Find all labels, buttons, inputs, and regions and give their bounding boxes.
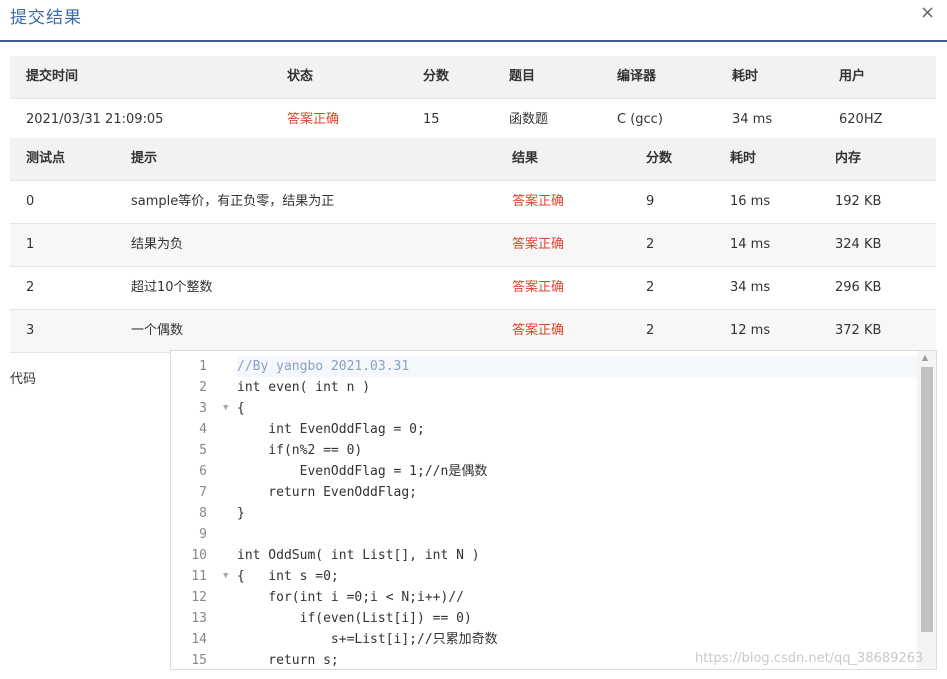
col-test-id: 测试点: [26, 151, 66, 166]
user[interactable]: 620HZ: [839, 99, 883, 141]
test-id: 2: [26, 280, 35, 295]
col-problem: 题目: [509, 69, 536, 84]
code-text: int even( int n ): [237, 380, 371, 395]
line-number: 3: [199, 401, 207, 416]
line-number: 13: [191, 611, 207, 626]
table-row: 0 sample等价，有正负零，结果为正 答案正确 9 16 ms 192 KB: [10, 181, 936, 224]
tests-header-row: 测试点 提示 结果 分数 耗时 内存: [10, 138, 936, 181]
test-score: 2: [646, 280, 655, 295]
col-test-time: 耗时: [730, 151, 757, 166]
test-id: 1: [26, 237, 35, 252]
line-number: 2: [199, 380, 207, 395]
line-number: 1: [199, 359, 207, 374]
problem-type: 函数题: [509, 112, 549, 127]
summary-row: 2021/03/31 21:09:05 答案正确 15 函数题 C (gcc) …: [10, 99, 936, 142]
code-text: //By yangbo 2021.03.31: [237, 356, 917, 377]
col-memory: 内存: [835, 151, 862, 166]
col-status: 状态: [287, 69, 314, 84]
code-text: return s;: [237, 653, 339, 668]
line-number: 4: [199, 422, 207, 437]
test-result: 答案正确: [512, 323, 565, 338]
summary-table: 提交时间 状态 分数 题目 编译器 耗时 用户 2021/03/31 21:09…: [10, 56, 936, 142]
line-number: 6: [199, 464, 207, 479]
line-number: 7: [199, 485, 207, 500]
table-row: 2 超过10个整数 答案正确 2 34 ms 296 KB: [10, 267, 936, 310]
vertical-scrollbar[interactable]: ▲: [917, 351, 936, 669]
fold-arrow-icon[interactable]: ▼: [223, 566, 228, 587]
code-label: 代码: [10, 372, 37, 387]
test-hint: sample等价，有正负零，结果为正: [131, 194, 335, 209]
test-score: 2: [646, 323, 655, 338]
test-result: 答案正确: [512, 280, 565, 295]
test-hint: 结果为负: [131, 237, 184, 252]
test-result: 答案正确: [512, 194, 565, 209]
submit-time: 2021/03/31 21:09:05: [26, 112, 164, 127]
line-number: 9: [199, 527, 207, 542]
line-number: 15: [191, 653, 207, 668]
test-score: 9: [646, 194, 655, 209]
line-number: 10: [191, 548, 207, 563]
code-text: {: [237, 401, 245, 416]
test-memory: 372 KB: [835, 323, 882, 338]
col-submit-time: 提交时间: [26, 69, 79, 84]
score: 15: [423, 112, 440, 127]
test-result: 答案正确: [512, 237, 565, 252]
table-row: 1 结果为负 答案正确 2 14 ms 324 KB: [10, 224, 936, 267]
summary-header-row: 提交时间 状态 分数 题目 编译器 耗时 用户: [10, 56, 936, 99]
test-hint: 一个偶数: [131, 323, 184, 338]
test-points-table: 测试点 提示 结果 分数 耗时 内存 0 sample等价，有正负零，结果为正 …: [10, 138, 936, 353]
code-text: int EvenOddFlag = 0;: [237, 422, 425, 437]
code-text: int OddSum( int List[], int N ): [237, 548, 480, 563]
col-time: 耗时: [732, 69, 759, 84]
test-time: 16 ms: [730, 194, 771, 209]
line-number: 8: [199, 506, 207, 521]
col-hint: 提示: [131, 151, 158, 166]
test-memory: 296 KB: [835, 280, 882, 295]
code-text: EvenOddFlag = 1;//n是偶数: [237, 464, 488, 479]
code-text: s+=List[i];//只累加奇数: [237, 632, 498, 647]
code-editor[interactable]: 1 //By yangbo 2021.03.31 2 int even( int n…: [170, 350, 937, 670]
test-time: 14 ms: [730, 237, 771, 252]
test-time: 12 ms: [730, 323, 771, 338]
dialog-title: 提交结果: [10, 8, 82, 28]
dialog-header: 提交结果 ×: [0, 0, 947, 42]
col-result: 结果: [512, 151, 539, 166]
code-text: return EvenOddFlag;: [237, 485, 418, 500]
line-number: 11: [191, 569, 207, 584]
status-badge: 答案正确: [287, 112, 340, 127]
col-user: 用户: [839, 69, 866, 84]
table-row: 3 一个偶数 答案正确 2 12 ms 372 KB: [10, 310, 936, 353]
test-id: 3: [26, 323, 35, 338]
code-text: for(int i =0;i < N;i++)//: [237, 590, 464, 605]
watermark: https://blog.csdn.net/qq_38689263: [695, 651, 924, 666]
test-time: 34 ms: [730, 280, 771, 295]
scroll-up-icon[interactable]: ▲: [922, 353, 928, 362]
test-score: 2: [646, 237, 655, 252]
code-text: if(n%2 == 0): [237, 443, 363, 458]
code-text: { int s =0;: [237, 569, 339, 584]
fold-arrow-icon[interactable]: ▼: [223, 398, 228, 419]
close-icon[interactable]: ×: [920, 2, 935, 23]
col-score: 分数: [423, 69, 450, 84]
line-number: 5: [199, 443, 207, 458]
test-memory: 192 KB: [835, 194, 882, 209]
scrollbar-thumb[interactable]: [921, 367, 933, 632]
code-text: }: [237, 506, 245, 521]
col-compiler: 编译器: [617, 69, 657, 84]
compiler: C (gcc): [617, 112, 663, 127]
col-test-score: 分数: [646, 151, 673, 166]
run-time: 34 ms: [732, 112, 773, 127]
line-number: 14: [191, 632, 207, 647]
test-hint: 超过10个整数: [131, 280, 213, 295]
code-text: if(even(List[i]) == 0): [237, 611, 472, 626]
test-memory: 324 KB: [835, 237, 882, 252]
test-id: 0: [26, 194, 35, 209]
line-number: 12: [191, 590, 207, 605]
